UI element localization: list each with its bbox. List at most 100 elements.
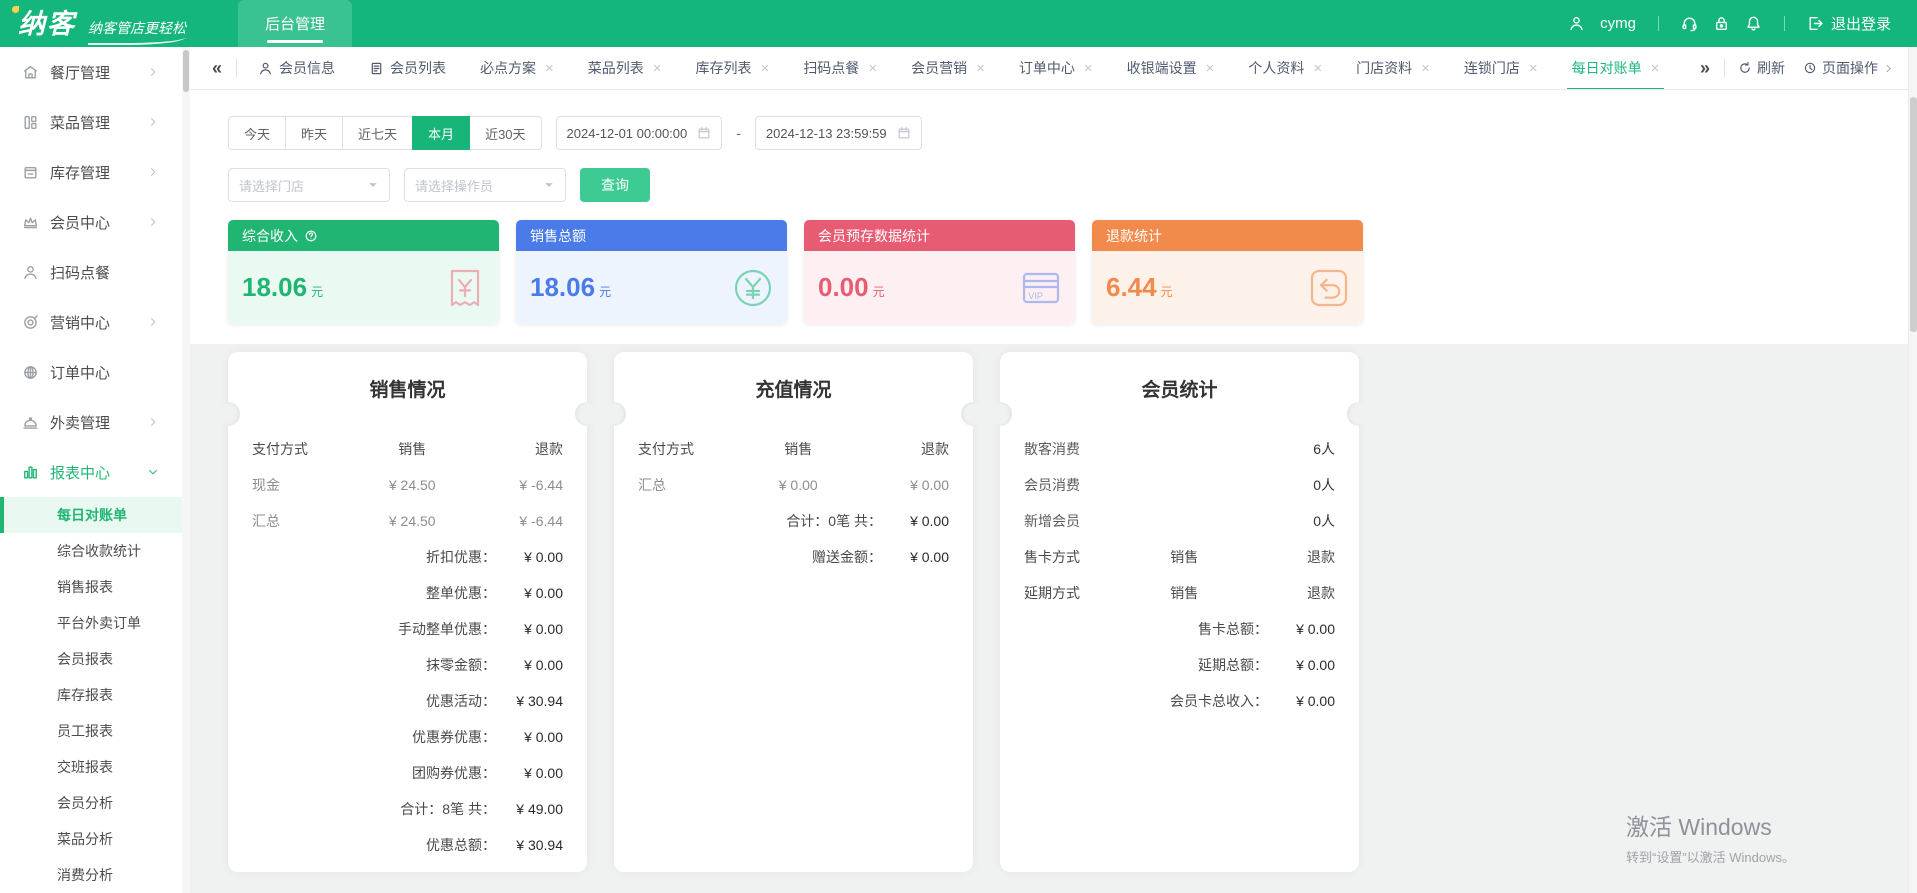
sidebar-item-会员中心[interactable]: 会员中心 [0,197,182,247]
bell-icon[interactable] [1745,15,1762,32]
sidebar-item-菜品管理[interactable]: 菜品管理 [0,97,182,147]
summary-label: 延期总额： [1198,657,1268,673]
stat-card-amount: 18.06 [530,272,596,302]
chevron-down-icon [543,179,555,191]
restaurant-icon [22,64,39,81]
close-tab-icon[interactable]: × [545,61,554,76]
sidebar-item-库存管理[interactable]: 库存管理 [0,147,182,197]
sidebar-subitem-库存报表[interactable]: 库存报表 [0,677,182,713]
quick-range-今天[interactable]: 今天 [228,116,287,150]
sidebar-item-label: 营销中心 [50,314,111,332]
collapse-tabs-button[interactable]: « [202,58,232,79]
logout-button[interactable]: 退出登录 [1807,13,1891,34]
sidebar-subitem-每日对账单[interactable]: 每日对账单 [0,497,182,533]
close-tab-icon[interactable]: × [868,61,877,76]
sidebar-subitem-员工报表[interactable]: 员工报表 [0,713,182,749]
sidebar-subitem-平台外卖订单[interactable]: 平台外卖订单 [0,605,182,641]
tab-个人资料[interactable]: 个人资料 × [1231,47,1339,89]
tab-会员营销[interactable]: 会员营销 × [894,47,1002,89]
sidebar-item-扫码点餐[interactable]: 扫码点餐 [0,247,182,297]
sidebar-subitem-会员报表[interactable]: 会员报表 [0,641,182,677]
sidebar-subitem-label: 库存报表 [57,687,113,703]
sidebar-subitem-综合收款统计[interactable]: 综合收款统计 [0,533,182,569]
filter-row-dates: 今天 昨天 近七天 本月 近30天 2024-12-01 00:00:00 - 2024… [228,116,1897,150]
sidebar-scrollbar-thumb[interactable] [183,50,189,92]
sidebar-subitem-消费分析[interactable]: 消费分析 [0,857,182,893]
close-tab-icon[interactable]: × [1651,61,1660,76]
panel-cell: 退款 [535,441,564,457]
tab-菜品列表[interactable]: 菜品列表 × [571,47,679,89]
panel-cell: 销售 [398,441,427,457]
panel-cell: ¥ 24.50 [388,513,436,529]
tab-每日对账单[interactable]: 每日对账单 × [1555,47,1677,89]
tab-会员列表[interactable]: 会员列表 [352,47,463,89]
sidebar-item-报表中心[interactable]: 报表中心 [0,447,182,497]
panel-summary-row: 优惠券优惠： ¥ 0.00 [252,719,563,755]
sidebar-subitem-菜品分析[interactable]: 菜品分析 [0,821,182,857]
search-button[interactable]: 查询 [580,168,650,202]
svg-text:VIP: VIP [1028,291,1043,301]
sidebar-subitem-销售报表[interactable]: 销售报表 [0,569,182,605]
window-scrollbar[interactable] [1908,47,1917,893]
date-from-input[interactable]: 2024-12-01 00:00:00 [555,116,723,150]
close-tab-icon[interactable]: × [1206,61,1215,76]
yen-circle-icon [731,266,775,310]
stat-card-body: 0.00 元 VIP [804,251,1075,324]
headset-support-icon[interactable] [1681,15,1698,32]
window-scrollbar-thumb[interactable] [1910,97,1917,332]
close-tab-icon[interactable]: × [976,61,985,76]
expand-tabs-button[interactable]: » [1690,58,1720,79]
tab-label: 每日对账单 [1571,60,1642,76]
summary-label: 优惠活动： [426,693,496,709]
sidebar-item-外卖管理[interactable]: 外卖管理 [0,397,182,447]
stat-card-body: 6.44 元 [1092,251,1363,324]
close-tab-icon[interactable]: × [1421,61,1430,76]
page-operations-button[interactable]: 页面操作 [1794,58,1903,78]
refresh-button[interactable]: 刷新 [1729,58,1794,78]
quick-range-近30天[interactable]: 近30天 [469,116,542,150]
tab-连锁门店[interactable]: 连锁门店 × [1447,47,1555,89]
close-tab-icon[interactable]: × [1529,61,1538,76]
tab-会员信息[interactable]: 会员信息 [241,47,352,89]
sidebar: 餐厅管理 菜品管理库存管理会员中心 扫码点餐营销中心订单中心 外卖管理报表中心每日对账… [0,47,182,893]
tab-订单中心[interactable]: 订单中心 × [1002,47,1110,89]
sidebar-item-label: 库存管理 [50,164,111,182]
tab-扫码点餐[interactable]: 扫码点餐 × [786,47,894,89]
sidebar-item-label: 报表中心 [50,464,111,482]
tab-label: 会员列表 [390,60,447,76]
username[interactable]: cymg [1600,15,1636,32]
sidebar-item-营销中心[interactable]: 营销中心 [0,297,182,347]
question-icon[interactable] [304,229,318,243]
nav-backstage-tab[interactable]: 后台管理 [238,0,353,47]
lock-icon[interactable] [1713,15,1730,32]
summary-label: 折扣优惠： [426,549,496,565]
panel-cell: ¥ 0.00 [778,477,818,493]
panel-cell: 销售 [1170,585,1199,601]
tab-收银端设置[interactable]: 收银端设置 × [1110,47,1232,89]
header-right: cymg 退出登录 [1568,13,1917,34]
date-to-input[interactable]: 2024-12-13 23:59:59 [754,116,922,150]
quick-range-昨天[interactable]: 昨天 [285,116,344,150]
quick-range-本月[interactable]: 本月 [412,116,471,150]
close-tab-icon[interactable]: × [761,61,770,76]
clock-icon [1803,61,1817,75]
panel-row: 支付方式 销售 退款 [638,431,949,467]
tab-库存列表[interactable]: 库存列表 × [679,47,787,89]
summary-value: ¥ 0.00 [524,549,563,565]
tabbar-tabs: 会员信息 会员列表 必点方案 × 菜品列表 × 库存列表 × 扫码点餐 × 会员营销 × 订单中心 × 收银… [241,47,1690,89]
tab-必点方案[interactable]: 必点方案 × [463,47,571,89]
sidebar-item-订单中心[interactable]: 订单中心 [0,347,182,397]
sidebar-subitem-会员分析[interactable]: 会员分析 [0,785,182,821]
quick-range-近七天[interactable]: 近七天 [342,116,414,150]
stat-card-会员预存数据统计: 会员预存数据统计 0.00 元 VIP [804,220,1075,324]
store-select[interactable]: 请选择门店 [228,168,390,202]
close-tab-icon[interactable]: × [1313,61,1322,76]
tab-门店资料[interactable]: 门店资料 × [1339,47,1447,89]
sidebar-scrollbar[interactable] [182,47,190,893]
operator-select[interactable]: 请选择操作员 [404,168,566,202]
filter-row-selects: 请选择门店 请选择操作员 查询 [228,168,1897,202]
sidebar-item-餐厅管理[interactable]: 餐厅管理 [0,47,182,97]
sidebar-subitem-交班报表[interactable]: 交班报表 [0,749,182,785]
close-tab-icon[interactable]: × [1084,61,1093,76]
close-tab-icon[interactable]: × [653,61,662,76]
